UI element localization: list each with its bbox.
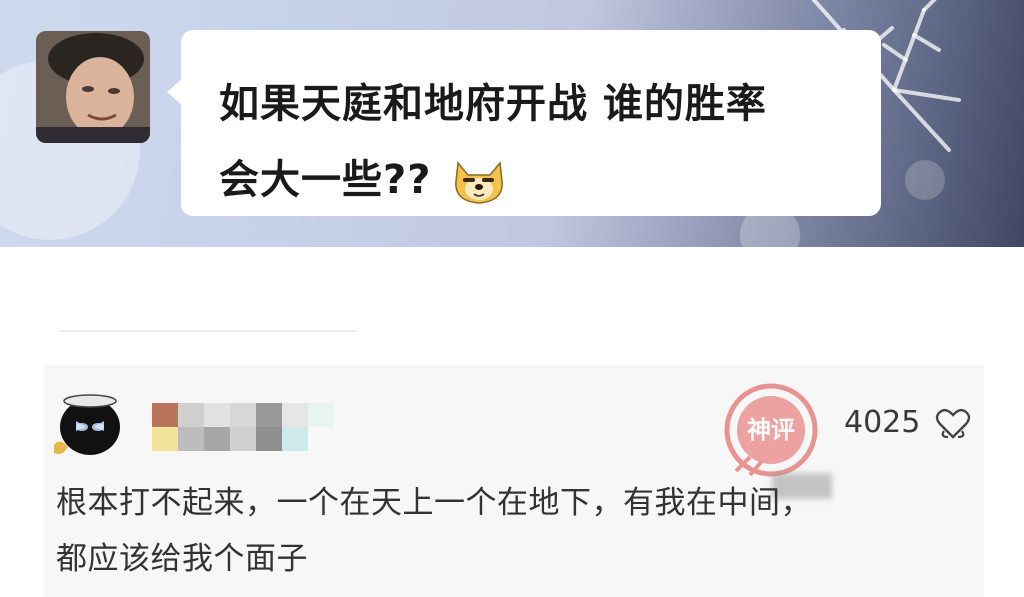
like-heart-icon[interactable]: [934, 407, 972, 441]
commenter-name-redacted[interactable]: [150, 401, 340, 451]
question-line-1: 如果天庭和地府开战 谁的胜率: [219, 81, 767, 127]
bokeh-light: [905, 160, 945, 200]
shenping-watermark-stamp: 神评: [724, 383, 818, 477]
comment-line-1: 根本打不起来，一个在天上一个在地下，有我在中间，: [56, 485, 812, 521]
svg-text:神评: 神评: [747, 416, 795, 444]
question-bubble: 如果天庭和地府开战 谁的胜率 会大一些??: [167, 30, 881, 218]
divider: [58, 330, 358, 332]
comment-text: 根本打不起来，一个在天上一个在地下，有我在中间， 都应该给我个面子: [56, 475, 976, 587]
doge-icon: [455, 161, 504, 204]
user-avatar[interactable]: [36, 31, 150, 143]
like-count: 4025: [844, 405, 921, 440]
avatar-photo: [36, 31, 150, 143]
question-line-2: 会大一些??: [219, 142, 869, 218]
comment-card[interactable]: 神评 4025 根本打不起来，一个在天上一个在地下，有我在中间， 都应该给我个面…: [44, 365, 984, 597]
post-banner: 如果天庭和地府开战 谁的胜率 会大一些??: [0, 0, 1024, 247]
comment-line-2: 都应该给我个面子: [56, 541, 308, 577]
question-line-2-text: 会大一些??: [219, 157, 432, 203]
commenter-avatar[interactable]: [52, 387, 124, 459]
question-text: 如果天庭和地府开战 谁的胜率 会大一些??: [219, 66, 869, 218]
